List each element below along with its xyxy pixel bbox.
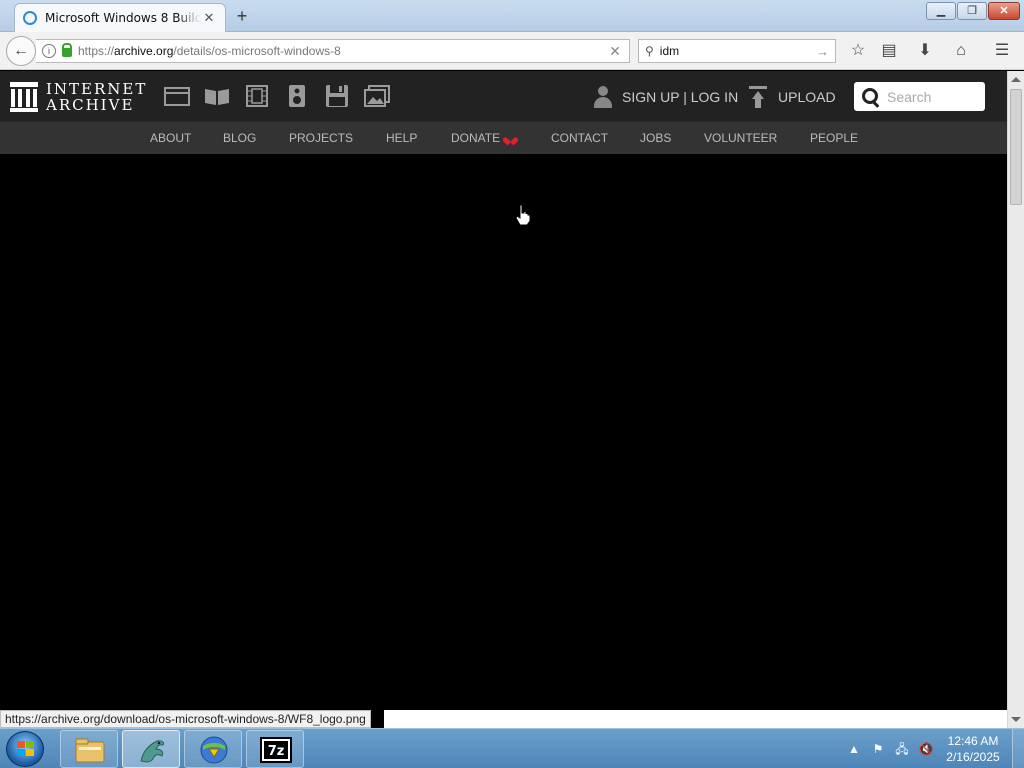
browser-search-bar[interactable]: ⚲ → — [638, 39, 836, 63]
minimize-button[interactable]: ▁ — [926, 2, 956, 20]
tab-loading-icon — [23, 11, 37, 25]
nav-contact[interactable]: CONTACT — [551, 122, 608, 155]
search-go-icon[interactable]: → — [816, 44, 829, 59]
page-scrollbar[interactable] — [1007, 71, 1024, 728]
window-controls: ▁ ❐ ✕ — [925, 2, 1020, 20]
dragon-app-icon[interactable] — [122, 730, 180, 768]
new-tab-button[interactable]: + — [232, 6, 252, 26]
software-icon[interactable] — [324, 85, 350, 107]
nav-about[interactable]: ABOUT — [150, 122, 191, 155]
action-center-flag-icon[interactable]: ⚑ — [868, 739, 888, 759]
windows-logo-icon — [17, 741, 35, 758]
ia-logo[interactable]: INTERNET ARCHIVE — [10, 79, 147, 115]
taskbar-clock[interactable]: 12:46 AM 2/16/2025 — [938, 733, 1008, 765]
address-bar[interactable]: i https://archive.org/details/os-microso… — [36, 39, 630, 63]
ia-header: INTERNET ARCHIVE SIGN UP | LOG IN UPLOAD — [0, 71, 1007, 121]
link-status-bar: https://archive.org/download/os-microsof… — [0, 710, 371, 728]
file-explorer-icon[interactable] — [60, 730, 118, 768]
scroll-up-icon[interactable] — [1011, 77, 1021, 82]
images-icon[interactable] — [364, 85, 390, 107]
clock-time: 12:46 AM — [947, 734, 999, 748]
user-icon — [592, 85, 614, 109]
browser-search-input[interactable] — [659, 44, 816, 58]
restore-button[interactable]: ❐ — [957, 2, 987, 20]
scroll-thumb[interactable] — [1010, 89, 1022, 205]
show-desktop-button[interactable] — [1012, 729, 1024, 768]
audio-icon[interactable] — [284, 85, 310, 107]
browser-navbar: ← i https://archive.org/details/os-micro… — [0, 32, 1024, 70]
bookmark-star-icon[interactable]: ☆ — [847, 40, 869, 62]
ia-search-input[interactable] — [887, 88, 977, 105]
clock-date: 2/16/2025 — [946, 750, 1000, 764]
nav-donate-label: DONATE — [451, 131, 501, 145]
nav-help[interactable]: HELP — [386, 122, 417, 155]
logo-line-1: INTERNET — [46, 80, 148, 98]
nav-donate[interactable]: DONATE — [451, 122, 515, 155]
upload-label: UPLOAD — [778, 89, 836, 105]
upload-icon — [748, 86, 768, 108]
ia-subnav: ABOUT BLOG PROJECTS HELP DONATE CONTACT … — [0, 121, 1007, 154]
web-icon[interactable] — [164, 85, 190, 107]
reading-list-icon[interactable]: ▤ — [878, 40, 900, 62]
browser-tab[interactable]: Microsoft Windows 8 Build 7 ✕ — [14, 3, 226, 32]
ia-search-box[interactable] — [854, 82, 985, 111]
nav-jobs[interactable]: JOBS — [640, 122, 671, 155]
downloads-icon[interactable]: ⬇ — [914, 40, 936, 62]
network-icon[interactable]: 🖧 — [892, 739, 912, 759]
upload-link[interactable]: UPLOAD — [748, 85, 836, 109]
item-media-viewer[interactable] — [0, 154, 1007, 710]
sign-up-login-link[interactable]: SIGN UP | LOG IN — [592, 85, 738, 109]
menu-icon[interactable]: ☰ — [991, 40, 1013, 62]
nav-people[interactable]: PEOPLE — [810, 122, 858, 155]
scroll-down-icon[interactable] — [1011, 717, 1021, 722]
tab-close-icon[interactable]: ✕ — [201, 10, 217, 26]
archive-temple-icon — [10, 82, 38, 112]
volume-muted-icon[interactable]: 🔇 — [916, 739, 936, 759]
7zip-icon[interactable]: 7z — [246, 730, 304, 768]
sign-up-label: SIGN UP | LOG IN — [622, 89, 739, 105]
hand-pointer-icon — [515, 204, 531, 226]
search-icon — [862, 87, 879, 106]
stop-icon[interactable]: ✕ — [607, 43, 623, 60]
video-icon[interactable] — [244, 85, 270, 107]
close-window-button[interactable]: ✕ — [988, 2, 1020, 20]
status-area — [384, 710, 1007, 728]
heart-icon — [506, 134, 515, 142]
tab-title: Microsoft Windows 8 Build 7 — [45, 11, 201, 25]
system-tray: ▲ ⚑ 🖧 🔇 — [844, 737, 940, 761]
search-icon: ⚲ — [645, 44, 654, 58]
url-text[interactable]: https://archive.org/details/os-microsoft… — [78, 44, 607, 58]
nav-volunteer[interactable]: VOLUNTEER — [704, 122, 777, 155]
show-hidden-icons-icon[interactable]: ▲ — [844, 739, 864, 759]
texts-icon[interactable] — [204, 85, 230, 107]
nav-blog[interactable]: BLOG — [223, 122, 256, 155]
start-button[interactable] — [6, 731, 44, 767]
7zip-label: 7z — [268, 744, 285, 759]
site-info-icon[interactable]: i — [42, 44, 56, 58]
nav-projects[interactable]: PROJECTS — [289, 122, 353, 155]
internet-download-manager-icon[interactable] — [184, 730, 242, 768]
lock-icon — [62, 43, 72, 57]
logo-line-2: ARCHIVE — [46, 96, 135, 114]
back-button[interactable]: ← — [6, 36, 36, 66]
home-icon[interactable]: ⌂ — [950, 40, 972, 62]
browser-titlebar: Microsoft Windows 8 Build 7 ✕ + ▁ ❐ ✕ — [0, 0, 1024, 32]
taskbar: 7z ▲ ⚑ 🖧 🔇 12:46 AM 2/16/2025 — [0, 728, 1024, 768]
